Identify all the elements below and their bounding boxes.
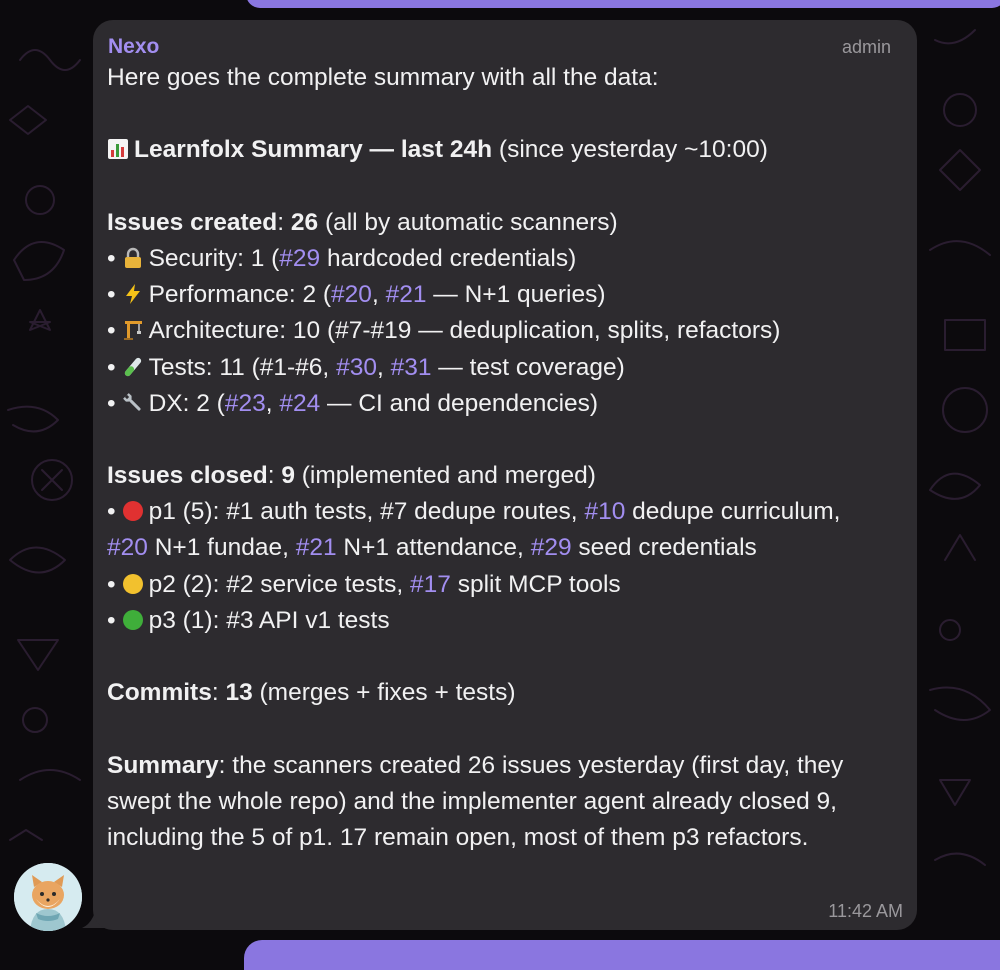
next-message-bubble bbox=[244, 940, 1000, 970]
summary-title-rest: (since yesterday ~10:00) bbox=[492, 136, 768, 164]
issue-link-10[interactable]: #10 bbox=[584, 498, 625, 525]
lock-emoji-icon bbox=[122, 247, 144, 269]
message-bubble[interactable]: Nexo admin Here goes the complete summar… bbox=[93, 20, 917, 930]
issue-link-21-closed[interactable]: #21 bbox=[296, 534, 337, 561]
issue-link-20-closed[interactable]: #20 bbox=[107, 534, 148, 561]
message-body: Here goes the complete summary with all … bbox=[107, 60, 897, 856]
commits-label: Commits bbox=[107, 679, 212, 707]
issues-closed-heading: Issues closed: 9 (implemented and merged… bbox=[107, 462, 596, 490]
list-item-dx: • DX: 2 (#23, #24 — CI and dependencies) bbox=[107, 389, 599, 417]
message-header: Nexo admin bbox=[107, 34, 897, 60]
sender-name[interactable]: Nexo bbox=[108, 34, 159, 60]
issue-link-30[interactable]: #30 bbox=[336, 354, 377, 381]
previous-message-bubble bbox=[246, 0, 1000, 8]
message-timestamp: 11:42 AM bbox=[828, 901, 903, 921]
test-tube-emoji-icon bbox=[122, 356, 144, 378]
fox-avatar-icon[interactable] bbox=[14, 863, 82, 931]
summary-title-line: Learnfolx Summary — last 24h (since yest… bbox=[107, 132, 897, 168]
list-item-p1: • p1 (5): #1 auth tests, #7 dedupe route… bbox=[107, 498, 841, 562]
list-item-security: • Security: 1 (#29 hardcoded credentials… bbox=[107, 244, 577, 272]
issue-link-29[interactable]: #29 bbox=[279, 245, 320, 272]
commits-note: (merges + fixes + tests) bbox=[252, 679, 516, 707]
summary-title: Learnfolx Summary — last 24h bbox=[134, 136, 493, 164]
red-circle-emoji-icon bbox=[122, 500, 144, 522]
issues-created-label: Issues created bbox=[107, 208, 278, 236]
lightning-emoji-icon bbox=[122, 283, 144, 305]
issues-created-count: 26 bbox=[290, 208, 319, 236]
list-item-architecture: • Architecture: 10 (#7-#19 — deduplicati… bbox=[107, 317, 781, 345]
green-circle-emoji-icon bbox=[122, 609, 144, 631]
list-item-tests: • Tests: 11 (#1-#6, #30, #31 — test cove… bbox=[107, 353, 625, 381]
issues-closed-label: Issues closed bbox=[107, 462, 268, 490]
list-item-performance: • Performance: 2 (#20, #21 — N+1 queries… bbox=[107, 281, 606, 309]
issue-link-23[interactable]: #23 bbox=[225, 390, 266, 417]
yellow-circle-emoji-icon bbox=[122, 573, 144, 595]
list-item-p3: • p3 (1): #3 API v1 tests bbox=[107, 606, 390, 634]
issue-link-24[interactable]: #24 bbox=[279, 390, 320, 417]
commits-count: 13 bbox=[225, 679, 253, 707]
issue-link-21[interactable]: #21 bbox=[386, 281, 427, 308]
issue-link-20[interactable]: #20 bbox=[331, 281, 372, 308]
summary-label: Summary bbox=[107, 751, 219, 779]
issue-link-29-closed[interactable]: #29 bbox=[531, 534, 572, 561]
intro-line: Here goes the complete summary with all … bbox=[107, 64, 659, 91]
issues-closed-note: (implemented and merged) bbox=[294, 462, 596, 490]
issues-closed-count: 9 bbox=[281, 462, 295, 490]
issues-created-note: (all by automatic scanners) bbox=[318, 208, 618, 236]
commits-line: Commits: 13 (merges + fixes + tests) bbox=[107, 679, 516, 707]
wrench-emoji-icon bbox=[122, 392, 144, 414]
list-item-p2: • p2 (2): #2 service tests, #17 split MC… bbox=[107, 570, 621, 598]
issue-link-17[interactable]: #17 bbox=[410, 571, 451, 598]
issue-link-31[interactable]: #31 bbox=[391, 354, 432, 381]
construction-crane-emoji-icon bbox=[122, 319, 144, 341]
summary-paragraph: Summary: the scanners created 26 issues … bbox=[107, 751, 844, 851]
sender-role-badge: admin bbox=[841, 37, 891, 57]
issues-created-heading: Issues created: 26 (all by automatic sca… bbox=[107, 208, 618, 236]
bar-chart-emoji-icon bbox=[107, 138, 129, 160]
